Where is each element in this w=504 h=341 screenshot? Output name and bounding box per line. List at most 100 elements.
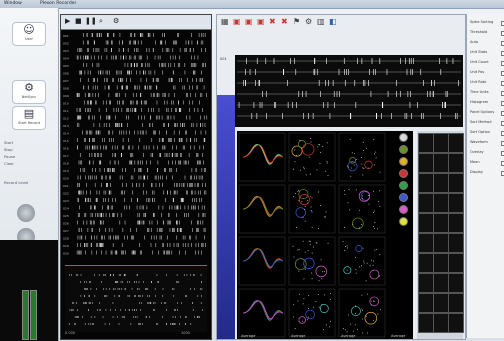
unit-color-swatch[interactable] (399, 181, 408, 190)
cluster-circle[interactable] (352, 217, 364, 230)
netsync-button[interactable]: ⚙ NetSync (12, 80, 46, 104)
unit-thumbnail[interactable] (448, 233, 464, 253)
channel-selector-bar[interactable] (217, 95, 235, 339)
raster-row-label: 013 (63, 124, 69, 128)
unit-cell[interactable] (338, 236, 386, 286)
unit-thumbnail[interactable] (448, 253, 464, 273)
unit-color-swatch[interactable] (399, 169, 408, 178)
record-button[interactable]: ▤ Start Record (12, 106, 46, 130)
unit-thumbnail[interactable] (418, 133, 434, 153)
tool-7-icon[interactable]: ⚑ (293, 17, 300, 26)
zoom-icon[interactable]: ⌕ (99, 17, 103, 26)
settings-icon[interactable]: ⚙ (113, 17, 119, 25)
unit-thumbnail[interactable] (418, 173, 434, 193)
tool-2-icon[interactable]: ▣ (233, 17, 241, 26)
unit-thumbnail[interactable] (433, 273, 449, 293)
unit-thumbnail[interactable] (418, 273, 434, 293)
unit-color-swatch[interactable] (399, 133, 408, 142)
tool-4-icon[interactable]: ▣ (257, 17, 265, 26)
cluster-circle[interactable] (364, 311, 378, 325)
tool-6-icon[interactable]: ✖ (281, 17, 288, 26)
cluster-point (379, 205, 381, 207)
unit-thumbnail[interactable] (418, 233, 434, 253)
unit-thumbnail[interactable] (418, 293, 434, 313)
unit-color-swatch[interactable] (399, 157, 408, 166)
cluster-point (307, 199, 309, 201)
unit-thumbnail[interactable] (418, 153, 434, 173)
cluster-circle[interactable] (350, 306, 361, 317)
cluster-circle[interactable] (298, 189, 309, 200)
tool-8-icon[interactable]: ⚙ (305, 17, 312, 26)
cluster-circle[interactable] (298, 316, 306, 324)
cluster-circle[interactable] (315, 265, 328, 278)
unit-thumbnail[interactable] (433, 213, 449, 233)
unit-thumbnail[interactable] (433, 133, 449, 153)
unit-cell[interactable] (238, 288, 286, 338)
cluster-circle[interactable] (364, 160, 373, 169)
unit-cell[interactable] (338, 184, 386, 234)
unit-cell[interactable] (238, 236, 286, 286)
cluster-circle[interactable] (297, 140, 306, 149)
unit-thumbnail[interactable] (448, 213, 464, 233)
user-button-label: User (25, 37, 33, 41)
pause-icon[interactable]: ❚❚ (85, 17, 97, 25)
unit-thumbnail[interactable] (433, 173, 449, 193)
unit-thumbnail[interactable] (448, 313, 464, 333)
unit-thumbnail[interactable] (448, 133, 464, 153)
unit-cell[interactable] (288, 184, 336, 234)
unit-thumbnail[interactable] (418, 193, 434, 213)
cluster-point (303, 278, 305, 280)
unit-color-swatch[interactable] (399, 205, 408, 214)
unit-color-swatch[interactable] (399, 217, 408, 226)
cluster-point (325, 170, 327, 172)
pause-control[interactable]: Pause (4, 154, 15, 159)
unit-thumbnail[interactable] (448, 193, 464, 213)
unit-thumbnail[interactable] (418, 213, 434, 233)
user-button[interactable]: ☺ User (12, 22, 46, 46)
unit-thumbnail[interactable] (448, 153, 464, 173)
cluster-circle[interactable] (295, 207, 306, 218)
tool-3-icon[interactable]: ▣ (245, 17, 253, 26)
unit-cell[interactable] (288, 288, 336, 338)
unit-thumbnail[interactable] (418, 313, 434, 333)
unit-cell[interactable] (238, 132, 286, 182)
unit-thumbnail[interactable] (448, 293, 464, 313)
cluster-point (349, 139, 351, 141)
unit-cell[interactable] (238, 184, 286, 234)
tool-1-icon[interactable]: ▦ (221, 17, 229, 26)
cluster-circle[interactable] (303, 257, 315, 270)
cluster-circle[interactable] (355, 245, 363, 252)
unit-cell[interactable] (288, 132, 336, 182)
unit-thumbnail[interactable] (448, 173, 464, 193)
unit-thumbnail[interactable] (448, 273, 464, 293)
unit-color-swatch[interactable] (399, 193, 408, 202)
unit-thumbnail[interactable] (433, 233, 449, 253)
unit-color-swatch[interactable] (399, 145, 408, 154)
stop-control[interactable]: Stop (4, 147, 13, 152)
cluster-point (365, 280, 367, 282)
raster-row-label: 022 (63, 192, 69, 196)
cluster-circle[interactable] (319, 304, 329, 314)
unit-cell[interactable] (338, 132, 386, 182)
unit-thumbnail[interactable] (433, 253, 449, 273)
unit-thumbnail[interactable] (433, 153, 449, 173)
cluster-circle[interactable] (305, 309, 315, 320)
unit-thumbnail[interactable] (433, 193, 449, 213)
play-icon[interactable]: ▶ (65, 17, 70, 25)
cluster-point (366, 332, 368, 334)
unit-thumbnail[interactable] (433, 313, 449, 333)
clear-control[interactable]: Clear (4, 161, 14, 166)
unit-thumbnail[interactable] (418, 253, 434, 273)
cluster-circle[interactable] (369, 269, 380, 280)
cluster-point (310, 138, 312, 140)
level-meter-right (30, 290, 37, 340)
tool-9-icon[interactable]: ▥ (317, 17, 325, 26)
unit-thumbnail[interactable] (433, 293, 449, 313)
cluster-point (293, 196, 295, 198)
cluster-circle[interactable] (302, 143, 315, 156)
tool-10-icon[interactable]: ◧ (329, 17, 337, 26)
start-control[interactable]: Start (4, 140, 13, 145)
tool-5-icon[interactable]: ✖ (269, 17, 276, 26)
gain-knob[interactable] (17, 204, 35, 222)
stop-icon[interactable]: ■ (75, 17, 82, 25)
